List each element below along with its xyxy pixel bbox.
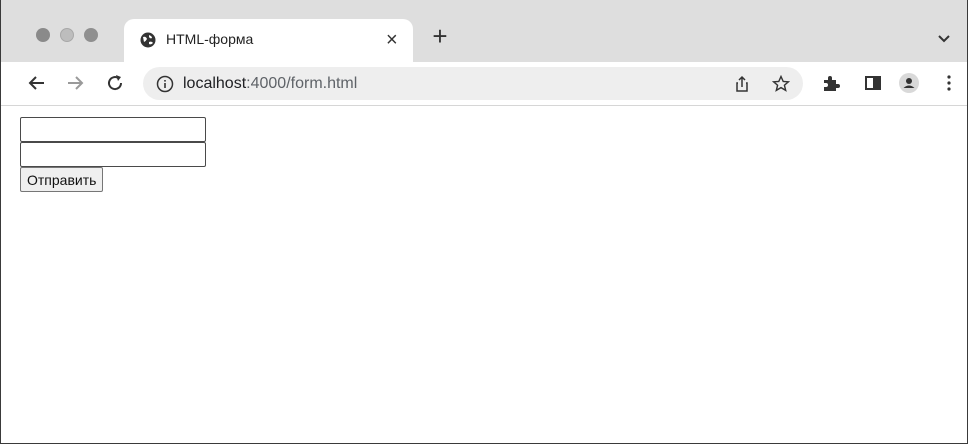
- info-icon[interactable]: [156, 75, 174, 93]
- url-path: :4000/form.html: [246, 75, 358, 92]
- browser-window: HTML-форма × + localhost:4000/form.html: [0, 0, 968, 444]
- reload-icon[interactable]: [105, 73, 125, 93]
- browser-tab[interactable]: HTML-форма ×: [124, 19, 413, 62]
- new-tab-button[interactable]: +: [429, 23, 451, 49]
- puzzle-icon[interactable]: [821, 73, 841, 93]
- address-url: localhost:4000/form.html: [183, 75, 357, 93]
- back-arrow-icon[interactable]: [27, 73, 47, 93]
- tab-title: HTML-форма: [166, 31, 254, 47]
- tab-close-button[interactable]: ×: [386, 28, 398, 52]
- browser-toolbar: localhost:4000/form.html: [1, 62, 967, 106]
- side-panel-icon[interactable]: [863, 73, 883, 93]
- text-field-2[interactable]: [20, 142, 206, 167]
- window-maximize-button[interactable]: [84, 28, 98, 42]
- text-field-1[interactable]: [20, 117, 206, 142]
- tab-strip: HTML-форма × +: [1, 0, 967, 62]
- window-close-button[interactable]: [36, 28, 50, 42]
- share-icon[interactable]: [733, 75, 751, 93]
- profile-icon[interactable]: [899, 73, 919, 93]
- forward-arrow-icon[interactable]: [65, 73, 85, 93]
- address-bar[interactable]: localhost:4000/form.html: [143, 67, 803, 100]
- chevron-down-icon[interactable]: [937, 34, 951, 44]
- url-host: localhost: [183, 75, 247, 92]
- window-minimize-button[interactable]: [60, 28, 74, 42]
- globe-icon: [140, 32, 156, 48]
- star-icon[interactable]: [772, 75, 790, 93]
- html-form: Отправить: [20, 117, 206, 192]
- page-content: Отправить: [2, 106, 967, 443]
- submit-button[interactable]: Отправить: [20, 167, 104, 192]
- kebab-menu-icon[interactable]: [939, 73, 959, 93]
